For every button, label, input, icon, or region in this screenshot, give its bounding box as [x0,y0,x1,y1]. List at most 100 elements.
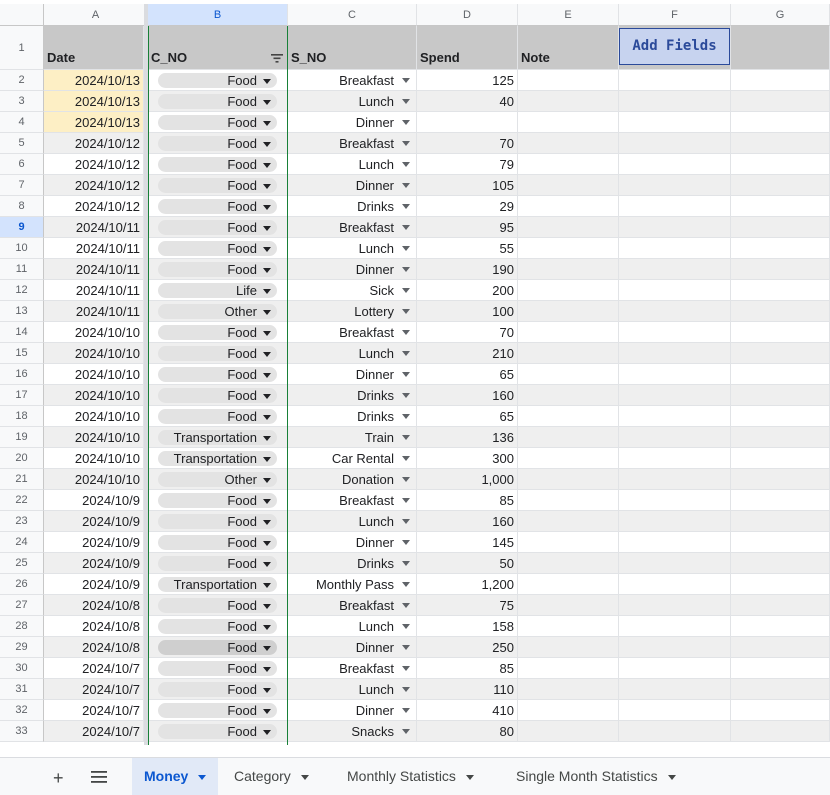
row-number[interactable]: 18 [0,406,44,427]
date-cell[interactable]: 2024/10/10 [44,385,144,406]
column-f-cell[interactable] [619,217,731,238]
subcategory-cell[interactable]: Breakfast [288,70,417,91]
column-g-cell[interactable] [731,280,830,301]
spend-cell[interactable]: 55 [417,238,518,259]
column-f-cell[interactable] [619,637,731,658]
column-f-cell[interactable] [619,616,731,637]
note-cell[interactable] [518,511,619,532]
chevron-down-icon[interactable] [402,225,410,230]
column-f-cell[interactable] [619,280,731,301]
column-g-cell[interactable] [731,70,830,91]
category-dropdown-chip[interactable]: Life [158,283,277,298]
chevron-down-icon[interactable] [263,247,271,252]
spend-cell[interactable]: 300 [417,448,518,469]
subcategory-cell[interactable]: Dinner [288,175,417,196]
chevron-down-icon[interactable] [263,562,271,567]
date-cell[interactable]: 2024/10/12 [44,154,144,175]
subcategory-cell[interactable]: Breakfast [288,658,417,679]
category-cell[interactable]: Food [148,721,288,742]
chevron-down-icon[interactable] [263,457,271,462]
subcategory-cell[interactable]: Lunch [288,91,417,112]
subcategory-cell[interactable]: Dinner [288,532,417,553]
spend-cell[interactable]: 50 [417,553,518,574]
chevron-down-icon[interactable] [402,372,410,377]
row-number[interactable]: 33 [0,721,44,742]
row-number[interactable]: 15 [0,343,44,364]
category-dropdown-chip[interactable]: Food [158,178,277,193]
date-cell[interactable]: 2024/10/11 [44,217,144,238]
row-number[interactable]: 4 [0,112,44,133]
chevron-down-icon[interactable] [263,163,271,168]
chevron-down-icon[interactable] [402,204,410,209]
date-cell[interactable]: 2024/10/8 [44,595,144,616]
column-f-cell[interactable] [619,448,731,469]
spend-cell[interactable]: 160 [417,511,518,532]
note-cell[interactable] [518,364,619,385]
subcategory-cell[interactable]: Car Rental [288,448,417,469]
spend-cell[interactable]: 158 [417,616,518,637]
chevron-down-icon[interactable] [402,540,410,545]
category-dropdown-chip[interactable]: Food [158,598,277,613]
chevron-down-icon[interactable] [402,729,410,734]
chevron-down-icon[interactable] [263,730,271,735]
spreadsheet-grid[interactable]: ABCDEFG 1 Date C_NO S_NO Spend Note Add … [0,0,830,745]
subcategory-cell[interactable]: Drinks [288,553,417,574]
row-number[interactable]: 13 [0,301,44,322]
chevron-down-icon[interactable] [263,604,271,609]
chevron-down-icon[interactable] [402,183,410,188]
date-cell[interactable]: 2024/10/12 [44,175,144,196]
category-cell[interactable]: Transportation [148,448,288,469]
row-number[interactable]: 11 [0,259,44,280]
subcategory-cell[interactable]: Lunch [288,154,417,175]
note-cell[interactable] [518,70,619,91]
column-g-cell[interactable] [731,112,830,133]
category-dropdown-chip[interactable]: Food [158,157,277,172]
subcategory-cell[interactable]: Breakfast [288,133,417,154]
category-dropdown-chip[interactable]: Food [158,661,277,676]
chevron-down-icon[interactable] [263,520,271,525]
note-cell[interactable] [518,427,619,448]
category-cell[interactable]: Food [148,217,288,238]
category-cell[interactable]: Food [148,679,288,700]
note-cell[interactable] [518,154,619,175]
row-number[interactable]: 2 [0,70,44,91]
row-number[interactable]: 30 [0,658,44,679]
spend-cell[interactable]: 105 [417,175,518,196]
category-dropdown-chip[interactable]: Food [158,325,277,340]
row-number[interactable]: 26 [0,574,44,595]
category-cell[interactable]: Life [148,280,288,301]
date-cell[interactable]: 2024/10/13 [44,112,144,133]
category-dropdown-chip[interactable]: Food [158,640,277,655]
category-cell[interactable]: Food [148,112,288,133]
subcategory-cell[interactable]: Lottery [288,301,417,322]
spend-cell[interactable]: 200 [417,280,518,301]
column-f-cell[interactable] [619,322,731,343]
column-f-cell[interactable] [619,301,731,322]
date-cell[interactable]: 2024/10/10 [44,343,144,364]
chevron-down-icon[interactable] [402,330,410,335]
column-g-cell[interactable] [731,448,830,469]
all-sheets-menu-icon[interactable] [91,768,107,789]
category-dropdown-chip[interactable]: Food [158,367,277,382]
column-g-cell[interactable] [731,658,830,679]
spend-cell[interactable]: 75 [417,595,518,616]
filter-icon[interactable] [271,54,283,63]
column-g-cell[interactable] [731,427,830,448]
row-number[interactable]: 17 [0,385,44,406]
column-header-d[interactable]: D [417,4,518,26]
column-f-cell[interactable] [619,658,731,679]
date-cell[interactable]: 2024/10/13 [44,91,144,112]
spend-cell[interactable]: 160 [417,385,518,406]
chevron-down-icon[interactable] [263,583,271,588]
sheet-tab-single-month-statistics[interactable]: Single Month Statistics [504,758,688,795]
spend-cell[interactable]: 85 [417,658,518,679]
subcategory-cell[interactable]: Train [288,427,417,448]
subcategory-cell[interactable]: Breakfast [288,217,417,238]
row-number[interactable]: 25 [0,553,44,574]
category-dropdown-chip[interactable]: Food [158,514,277,529]
subcategory-cell[interactable]: Snacks [288,721,417,742]
column-f-cell[interactable] [619,532,731,553]
category-cell[interactable]: Food [148,553,288,574]
note-cell[interactable] [518,469,619,490]
category-cell[interactable]: Transportation [148,427,288,448]
